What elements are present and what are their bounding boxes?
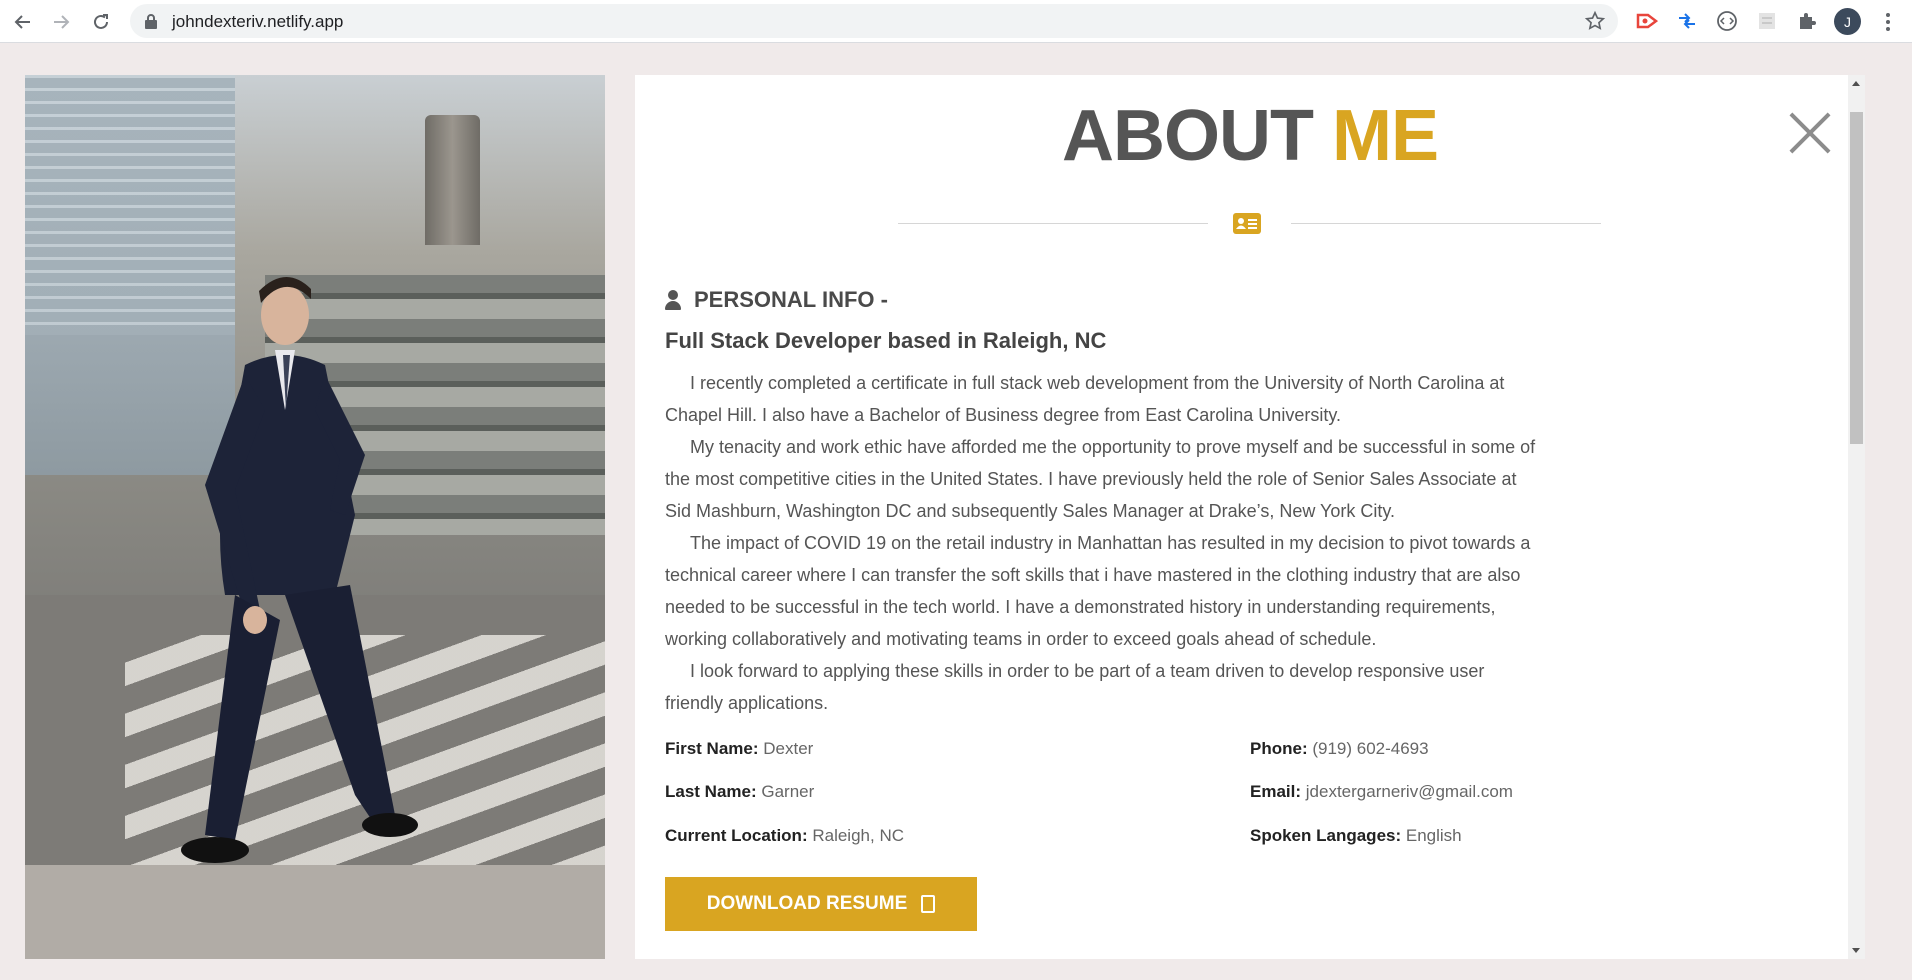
lock-icon <box>144 13 158 34</box>
profile-avatar[interactable]: J <box>1834 8 1861 35</box>
divider-right <box>1291 223 1601 224</box>
bio-text: I recently completed a certificate in fu… <box>665 367 1545 719</box>
info-location: Current Location: Raleigh, NC <box>665 826 904 845</box>
info-last-name: Last Name: Garner <box>665 782 815 801</box>
extension-code-icon[interactable] <box>1715 9 1739 33</box>
browser-toolbar: johndexteriv.netlify.app J <box>0 0 1912 43</box>
download-resume-label: DOWNLOAD RESUME <box>706 893 908 914</box>
divider-left <box>898 223 1208 224</box>
extension-arrows-icon[interactable] <box>1675 9 1699 33</box>
info-email: Email: jdextergarneriv@gmail.com <box>1250 782 1513 801</box>
about-me-panel: ABOUT ME PERSONAL INFO - Full Stack Deve… <box>635 75 1865 959</box>
bio-paragraph: The impact of COVID 19 on the retail ind… <box>665 533 1531 649</box>
url-text: johndexteriv.netlify.app <box>172 12 344 31</box>
scrollbar-thumb[interactable] <box>1850 112 1863 444</box>
id-card-icon <box>1233 213 1261 234</box>
bio-paragraph: My tenacity and work ethic have afforded… <box>665 437 1536 521</box>
address-bar[interactable]: johndexteriv.netlify.app <box>130 4 1618 38</box>
arrow-left-icon[interactable] <box>10 9 36 35</box>
man-in-suit-figure <box>181 276 418 863</box>
page-title-me: ME <box>1332 96 1439 176</box>
info-phone: Phone: (919) 602-4693 <box>1250 739 1429 758</box>
close-icon[interactable] <box>1787 110 1833 156</box>
page-title-about: ABOUT <box>1062 96 1314 176</box>
menu-dots-icon[interactable] <box>1878 10 1898 34</box>
scroll-up-icon[interactable] <box>1852 81 1860 86</box>
panel-scrollbar[interactable] <box>1848 75 1865 959</box>
download-resume-button[interactable]: DOWNLOAD RESUME <box>665 877 977 931</box>
page-title: ABOUT ME <box>635 95 1865 177</box>
personal-info-label: PERSONAL INFO - <box>694 287 888 312</box>
puzzle-icon[interactable] <box>1795 9 1819 33</box>
reload-icon[interactable] <box>88 9 114 35</box>
info-first-name: First Name: Dexter <box>665 739 814 758</box>
profile-photo <box>25 75 605 959</box>
bio-paragraph: I look forward to applying these skills … <box>665 661 1485 713</box>
file-pdf-icon <box>921 895 936 913</box>
personal-info-heading: PERSONAL INFO - <box>665 287 888 313</box>
extension-gray-icon[interactable] <box>1755 9 1779 33</box>
scroll-down-icon[interactable] <box>1852 948 1860 953</box>
info-languages: Spoken Langages: English <box>1250 826 1462 845</box>
extension-red-icon[interactable] <box>1635 9 1659 33</box>
role-subtitle: Full Stack Developer based in Raleigh, N… <box>665 328 1107 353</box>
arrow-right-icon[interactable] <box>48 9 74 35</box>
bio-paragraph: I recently completed a certificate in fu… <box>665 373 1505 425</box>
star-icon[interactable] <box>1584 10 1606 37</box>
user-icon <box>665 290 681 310</box>
